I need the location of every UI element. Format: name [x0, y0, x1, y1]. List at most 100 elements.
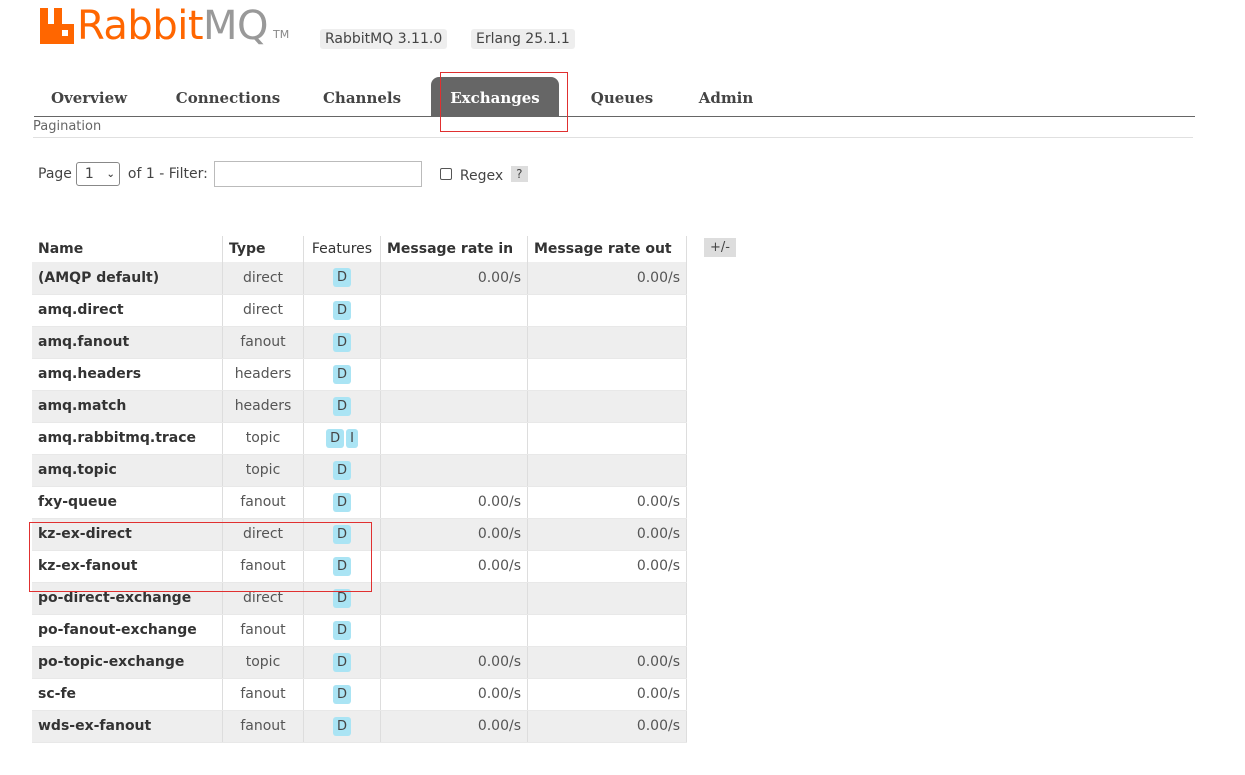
exchange-features: D [303, 454, 381, 487]
regex-label: Regex [459, 168, 504, 184]
exchange-name-link[interactable]: po-fanout-exchange [32, 614, 223, 647]
table-row: kz-ex-direct direct D 0.00/s 0.00/s [32, 518, 687, 551]
message-rate-in [380, 390, 528, 423]
exchange-features: D [303, 358, 381, 391]
exchange-type: headers [222, 390, 304, 423]
exchange-features: D [303, 486, 381, 519]
message-rate-in: 0.00/s [380, 262, 528, 295]
rabbitmq-logo[interactable]: RabbitMQ TM [40, 4, 289, 48]
exchange-name-link[interactable]: sc-fe [32, 678, 223, 711]
regex-checkbox[interactable] [439, 168, 452, 180]
chevron-down-icon: ⌄ [106, 168, 115, 180]
message-rate-out [527, 294, 687, 327]
columns-toggle-button[interactable]: +/- [704, 238, 736, 257]
filter-input[interactable] [213, 161, 422, 187]
exchange-name-link[interactable]: amq.direct [32, 294, 223, 327]
exchanges-table: Name Type Features Message rate in Messa… [32, 236, 687, 743]
message-rate-in: 0.00/s [380, 646, 528, 679]
message-rate-out [527, 326, 687, 359]
message-rate-out: 0.00/s [527, 518, 687, 551]
exchange-features: D [303, 582, 381, 615]
message-rate-in [380, 582, 528, 615]
durable-badge: D [332, 556, 351, 576]
exchange-name-link[interactable]: (AMQP default) [32, 262, 223, 295]
of-pages-filter-label: of 1 - Filter: [127, 166, 208, 182]
exchange-name-link[interactable]: po-direct-exchange [32, 582, 223, 615]
column-header-name[interactable]: Name [32, 236, 223, 262]
tab-admin[interactable]: Admin [686, 77, 766, 116]
exchange-name-link[interactable]: kz-ex-direct [32, 518, 223, 551]
message-rate-out [527, 582, 687, 615]
exchange-type: topic [222, 454, 304, 487]
exchange-name-link[interactable]: amq.topic [32, 454, 223, 487]
exchange-name-link[interactable]: amq.fanout [32, 326, 223, 359]
exchange-type: fanout [222, 678, 304, 711]
message-rate-out: 0.00/s [527, 710, 687, 743]
tab-exchanges[interactable]: Exchanges [431, 77, 559, 116]
table-row: amq.match headers D [32, 390, 687, 423]
exchange-type: direct [222, 582, 304, 615]
table-row: wds-ex-fanout fanout D 0.00/s 0.00/s [32, 710, 687, 743]
column-header-type[interactable]: Type [222, 236, 304, 262]
table-row: amq.topic topic D [32, 454, 687, 487]
exchange-type: topic [222, 422, 304, 455]
table-row: amq.fanout fanout D [32, 326, 687, 359]
exchange-type: fanout [222, 614, 304, 647]
exchange-type: fanout [222, 710, 304, 743]
page-select[interactable]: 1 ⌄ [75, 162, 120, 186]
table-row: amq.direct direct D [32, 294, 687, 327]
message-rate-out: 0.00/s [527, 486, 687, 519]
durable-badge: D [332, 364, 351, 384]
tab-queues[interactable]: Queues [574, 77, 670, 116]
message-rate-out: 0.00/s [527, 550, 687, 583]
message-rate-out [527, 390, 687, 423]
table-row: kz-ex-fanout fanout D 0.00/s 0.00/s [32, 550, 687, 583]
durable-badge: D [332, 268, 351, 288]
exchange-type: direct [222, 294, 304, 327]
table-row: po-direct-exchange direct D [32, 582, 687, 615]
page-label: Page [38, 166, 72, 182]
message-rate-in: 0.00/s [380, 486, 528, 519]
exchange-name-link[interactable]: amq.rabbitmq.trace [32, 422, 223, 455]
message-rate-in: 0.00/s [380, 678, 528, 711]
column-header-rate-in: Message rate in [380, 236, 528, 262]
message-rate-in [380, 454, 528, 487]
exchange-type: fanout [222, 486, 304, 519]
durable-badge: D [332, 492, 351, 512]
tab-connections[interactable]: Connections [164, 77, 292, 116]
internal-badge: I [346, 428, 358, 448]
exchange-features: D [303, 710, 381, 743]
table-row: amq.rabbitmq.trace topic D I [32, 422, 687, 455]
rabbitmq-version-badge: RabbitMQ 3.11.0 [320, 29, 448, 49]
pagination-controls: Page 1 ⌄ of 1 - Filter: Regex ? [38, 160, 528, 188]
durable-badge: D [332, 652, 351, 672]
durable-badge: D [332, 588, 351, 608]
exchange-features: D [303, 390, 381, 423]
message-rate-out: 0.00/s [527, 262, 687, 295]
regex-help-button[interactable]: ? [511, 166, 528, 182]
exchange-features: DI [303, 422, 381, 455]
table-row: fxy-queue fanout D 0.00/s 0.00/s [32, 486, 687, 519]
exchange-name-link[interactable]: kz-ex-fanout [32, 550, 223, 583]
message-rate-in [380, 358, 528, 391]
exchange-name-link[interactable]: po-topic-exchange [32, 646, 223, 679]
durable-badge: D [326, 428, 345, 448]
durable-badge: D [332, 684, 351, 704]
exchange-name-link[interactable]: wds-ex-fanout [32, 710, 223, 743]
table-row: po-topic-exchange topic D 0.00/s 0.00/s [32, 646, 687, 679]
exchange-type: topic [222, 646, 304, 679]
durable-badge: D [332, 620, 351, 640]
table-row: (AMQP default) direct D 0.00/s 0.00/s [32, 262, 687, 295]
tab-overview[interactable]: Overview [34, 77, 144, 116]
exchange-name-link[interactable]: fxy-queue [32, 486, 223, 519]
rabbitmq-logo-icon [40, 8, 74, 44]
tab-channels[interactable]: Channels [312, 77, 412, 116]
page-select-value: 1 [84, 166, 94, 182]
exchange-name-link[interactable]: amq.headers [32, 358, 223, 391]
pagination-section-heading[interactable]: Pagination [33, 119, 1193, 138]
message-rate-out [527, 614, 687, 647]
exchange-name-link[interactable]: amq.match [32, 390, 223, 423]
exchange-features: D [303, 294, 381, 327]
durable-badge: D [332, 300, 351, 320]
durable-badge: D [332, 524, 351, 544]
